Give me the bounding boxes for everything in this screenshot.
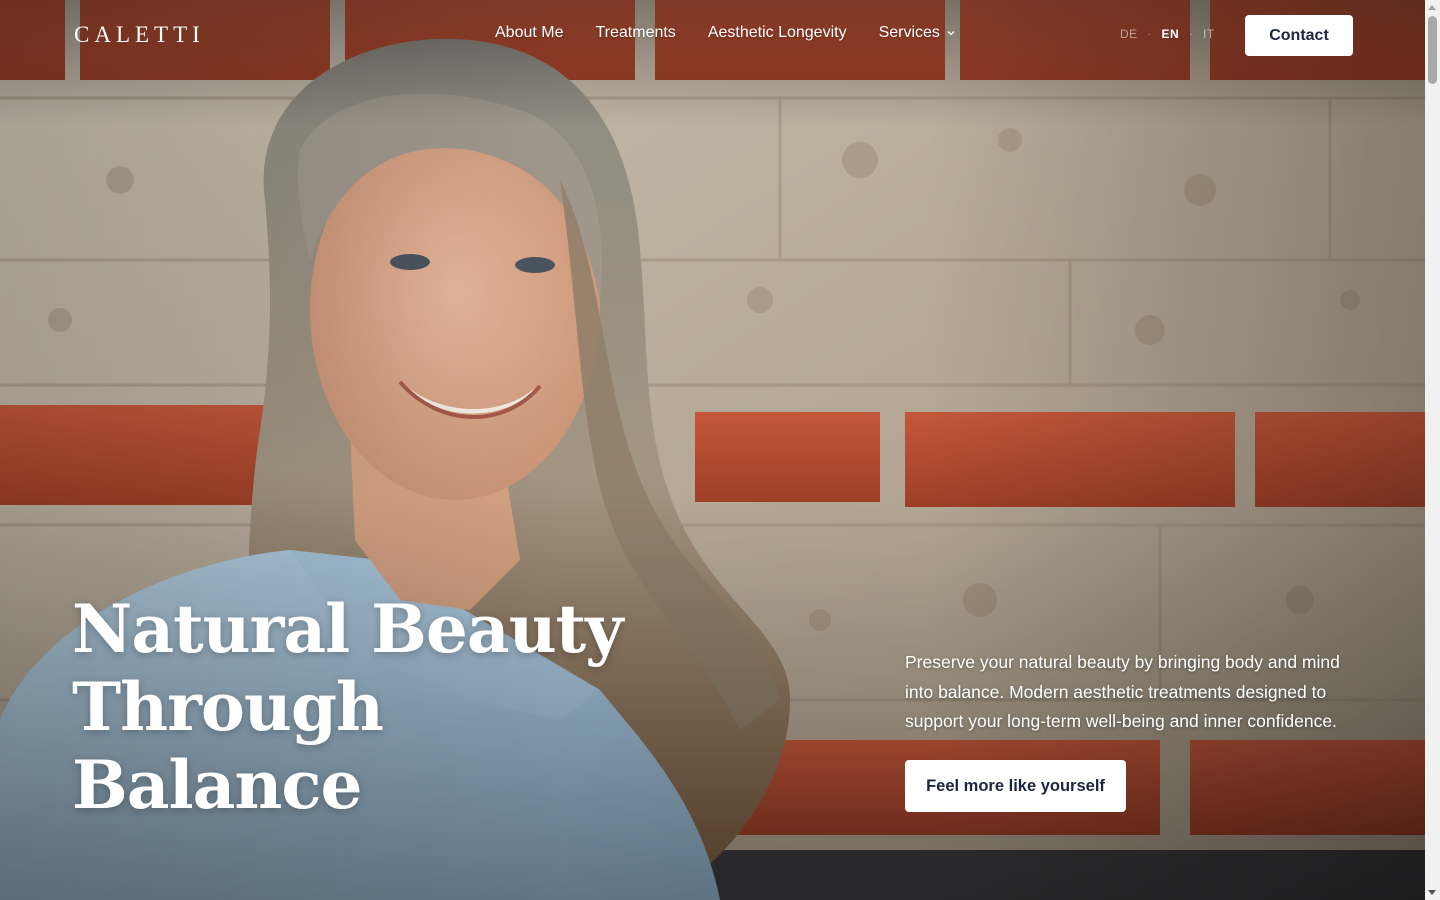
contact-button[interactable]: Contact	[1245, 15, 1353, 56]
scrollbar-thumb[interactable]	[1428, 16, 1437, 84]
chevron-down-icon	[947, 31, 955, 36]
headline-line: Natural Beauty	[72, 590, 624, 668]
nav-about-me[interactable]: About Me	[495, 24, 563, 42]
feel-more-like-yourself-button[interactable]: Feel more like yourself	[905, 760, 1126, 812]
headline-line: Through	[72, 668, 384, 746]
scroll-down-arrow-icon[interactable]	[1428, 890, 1436, 895]
separator-dot: ·	[1189, 28, 1194, 40]
separator-dot: ·	[1147, 28, 1152, 40]
lang-en[interactable]: EN	[1162, 27, 1180, 41]
nav-label: Services	[878, 24, 940, 41]
nav-label: Aesthetic Longevity	[707, 24, 847, 41]
nav-treatments[interactable]: Treatments	[595, 24, 675, 42]
site-header: CALETTI About Me Treatments Aesthetic Lo…	[0, 0, 1425, 72]
nav-label: About Me	[495, 24, 564, 41]
nav-aesthetic-longevity[interactable]: Aesthetic Longevity	[708, 24, 847, 42]
hero-headline: Natural Beauty Through Balance	[72, 590, 672, 824]
headline-line: Balance	[72, 746, 363, 824]
language-switcher: DE · EN · IT	[1120, 27, 1215, 41]
hero-intro-text: Preserve your natural beauty by bringing…	[905, 652, 1340, 731]
main-nav: About Me Treatments Aesthetic Longevity …	[495, 24, 955, 42]
lang-de[interactable]: DE	[1120, 27, 1138, 41]
nav-services[interactable]: Services	[879, 24, 955, 42]
page-scrollbar[interactable]	[1425, 0, 1440, 900]
scroll-up-arrow-icon[interactable]	[1428, 5, 1436, 10]
nav-label: Treatments	[595, 24, 676, 41]
lang-it[interactable]: IT	[1203, 27, 1215, 41]
logo[interactable]: CALETTI	[74, 22, 205, 48]
